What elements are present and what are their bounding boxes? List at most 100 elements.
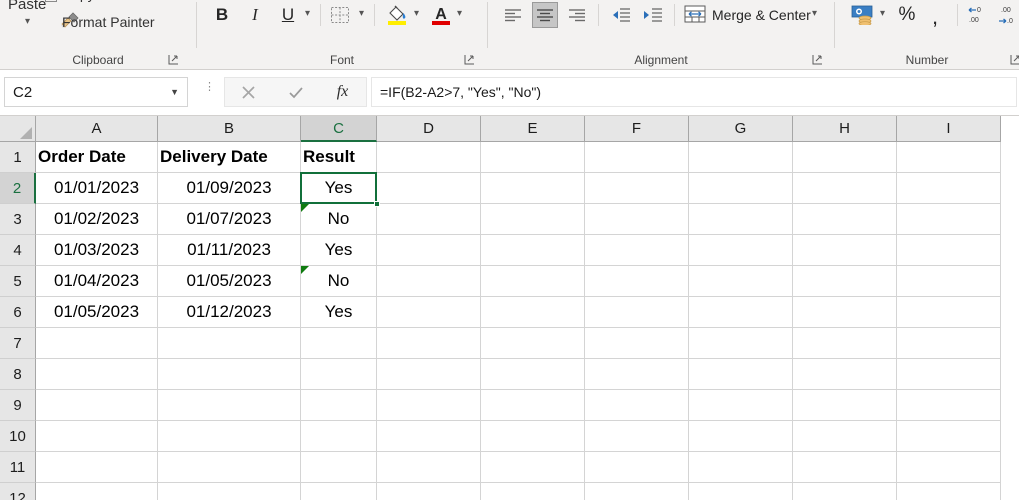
cell-E11[interactable] — [481, 452, 585, 483]
merge-center-chevron-down-icon[interactable]: ▾ — [812, 8, 817, 19]
insert-function-icon[interactable]: fx — [319, 78, 366, 106]
cell-I9[interactable] — [897, 390, 1001, 421]
row-header-5[interactable]: 5 — [0, 266, 36, 297]
cell-A6[interactable]: 01/05/2023 — [36, 297, 158, 328]
column-header-e[interactable]: E — [481, 116, 585, 142]
font-dialog-launcher[interactable] — [464, 54, 475, 65]
cell-I1[interactable] — [897, 142, 1001, 173]
cancel-formula-icon[interactable] — [225, 78, 272, 106]
error-indicator-icon[interactable] — [301, 204, 309, 212]
cell-D3[interactable] — [377, 204, 481, 235]
cell-C2[interactable]: Yes — [301, 173, 377, 204]
cell-A3[interactable]: 01/02/2023 — [36, 204, 158, 235]
cell-G11[interactable] — [689, 452, 793, 483]
cell-G9[interactable] — [689, 390, 793, 421]
cell-I5[interactable] — [897, 266, 1001, 297]
cell-F1[interactable] — [585, 142, 689, 173]
cell-C8[interactable] — [301, 359, 377, 390]
format-painter-button[interactable]: Format Painter — [62, 14, 155, 30]
formula-input[interactable]: =IF(B2-A2>7, "Yes", "No") — [371, 77, 1017, 107]
align-left-button[interactable] — [500, 2, 526, 28]
row-header-4[interactable]: 4 — [0, 235, 36, 266]
cell-A4[interactable]: 01/03/2023 — [36, 235, 158, 266]
cell-G6[interactable] — [689, 297, 793, 328]
cell-H7[interactable] — [793, 328, 897, 359]
error-indicator-icon[interactable] — [301, 266, 309, 274]
row-header-11[interactable]: 11 — [0, 452, 36, 483]
percent-style-button[interactable]: % — [895, 2, 919, 28]
cell-D2[interactable] — [377, 173, 481, 204]
cell-I12[interactable] — [897, 483, 1001, 500]
italic-button[interactable]: I — [244, 2, 266, 28]
cell-D7[interactable] — [377, 328, 481, 359]
cell-E4[interactable] — [481, 235, 585, 266]
cell-I3[interactable] — [897, 204, 1001, 235]
row-header-10[interactable]: 10 — [0, 421, 36, 452]
borders-chevron-down-icon[interactable]: ▾ — [359, 8, 364, 19]
cell-G5[interactable] — [689, 266, 793, 297]
align-right-button[interactable] — [564, 2, 590, 28]
cell-E10[interactable] — [481, 421, 585, 452]
cell-C1[interactable]: Result — [301, 142, 377, 173]
cell-C7[interactable] — [301, 328, 377, 359]
cell-G4[interactable] — [689, 235, 793, 266]
cell-H8[interactable] — [793, 359, 897, 390]
column-header-d[interactable]: D — [377, 116, 481, 142]
row-header-2[interactable]: 2 — [0, 173, 36, 204]
cell-C12[interactable] — [301, 483, 377, 500]
cell-F9[interactable] — [585, 390, 689, 421]
cell-H1[interactable] — [793, 142, 897, 173]
cell-B5[interactable]: 01/05/2023 — [158, 266, 301, 297]
cell-B10[interactable] — [158, 421, 301, 452]
cell-F12[interactable] — [585, 483, 689, 500]
cell-G1[interactable] — [689, 142, 793, 173]
cell-F7[interactable] — [585, 328, 689, 359]
row-header-12[interactable]: 12 — [0, 483, 36, 500]
cell-H4[interactable] — [793, 235, 897, 266]
cell-D9[interactable] — [377, 390, 481, 421]
accounting-format-chevron-down-icon[interactable]: ▾ — [880, 8, 885, 19]
cell-I10[interactable] — [897, 421, 1001, 452]
cell-I8[interactable] — [897, 359, 1001, 390]
cell-C4[interactable]: Yes — [301, 235, 377, 266]
cell-B8[interactable] — [158, 359, 301, 390]
copy-icon[interactable] — [45, 0, 57, 2]
row-header-1[interactable]: 1 — [0, 142, 36, 173]
cell-F10[interactable] — [585, 421, 689, 452]
cell-E9[interactable] — [481, 390, 585, 421]
cell-D12[interactable] — [377, 483, 481, 500]
cell-H11[interactable] — [793, 452, 897, 483]
cell-F6[interactable] — [585, 297, 689, 328]
cell-G12[interactable] — [689, 483, 793, 500]
cell-H12[interactable] — [793, 483, 897, 500]
cell-B1[interactable]: Delivery Date — [158, 142, 301, 173]
cell-G10[interactable] — [689, 421, 793, 452]
cell-H5[interactable] — [793, 266, 897, 297]
select-all-corner[interactable] — [0, 116, 36, 142]
increase-indent-button[interactable] — [640, 2, 666, 28]
cell-A11[interactable] — [36, 452, 158, 483]
cell-C6[interactable]: Yes — [301, 297, 377, 328]
merge-center-icon[interactable] — [684, 5, 706, 28]
fill-handle[interactable] — [374, 201, 380, 207]
cell-I2[interactable] — [897, 173, 1001, 204]
enter-formula-icon[interactable] — [272, 78, 319, 106]
cell-A5[interactable]: 01/04/2023 — [36, 266, 158, 297]
cell-I6[interactable] — [897, 297, 1001, 328]
cell-B9[interactable] — [158, 390, 301, 421]
row-header-6[interactable]: 6 — [0, 297, 36, 328]
paste-chevron-down-icon[interactable]: ▾ — [25, 16, 30, 27]
cell-A8[interactable] — [36, 359, 158, 390]
cell-H6[interactable] — [793, 297, 897, 328]
cell-F2[interactable] — [585, 173, 689, 204]
cell-D8[interactable] — [377, 359, 481, 390]
cell-A1[interactable]: Order Date — [36, 142, 158, 173]
paste-button[interactable]: Paste — [8, 0, 46, 13]
cell-B3[interactable]: 01/07/2023 — [158, 204, 301, 235]
alignment-dialog-launcher[interactable] — [812, 54, 823, 65]
cell-B7[interactable] — [158, 328, 301, 359]
name-box-chevron-down-icon[interactable]: ▼ — [170, 87, 187, 97]
cell-G7[interactable] — [689, 328, 793, 359]
column-header-g[interactable]: G — [689, 116, 793, 142]
cell-C3[interactable]: No — [301, 204, 377, 235]
